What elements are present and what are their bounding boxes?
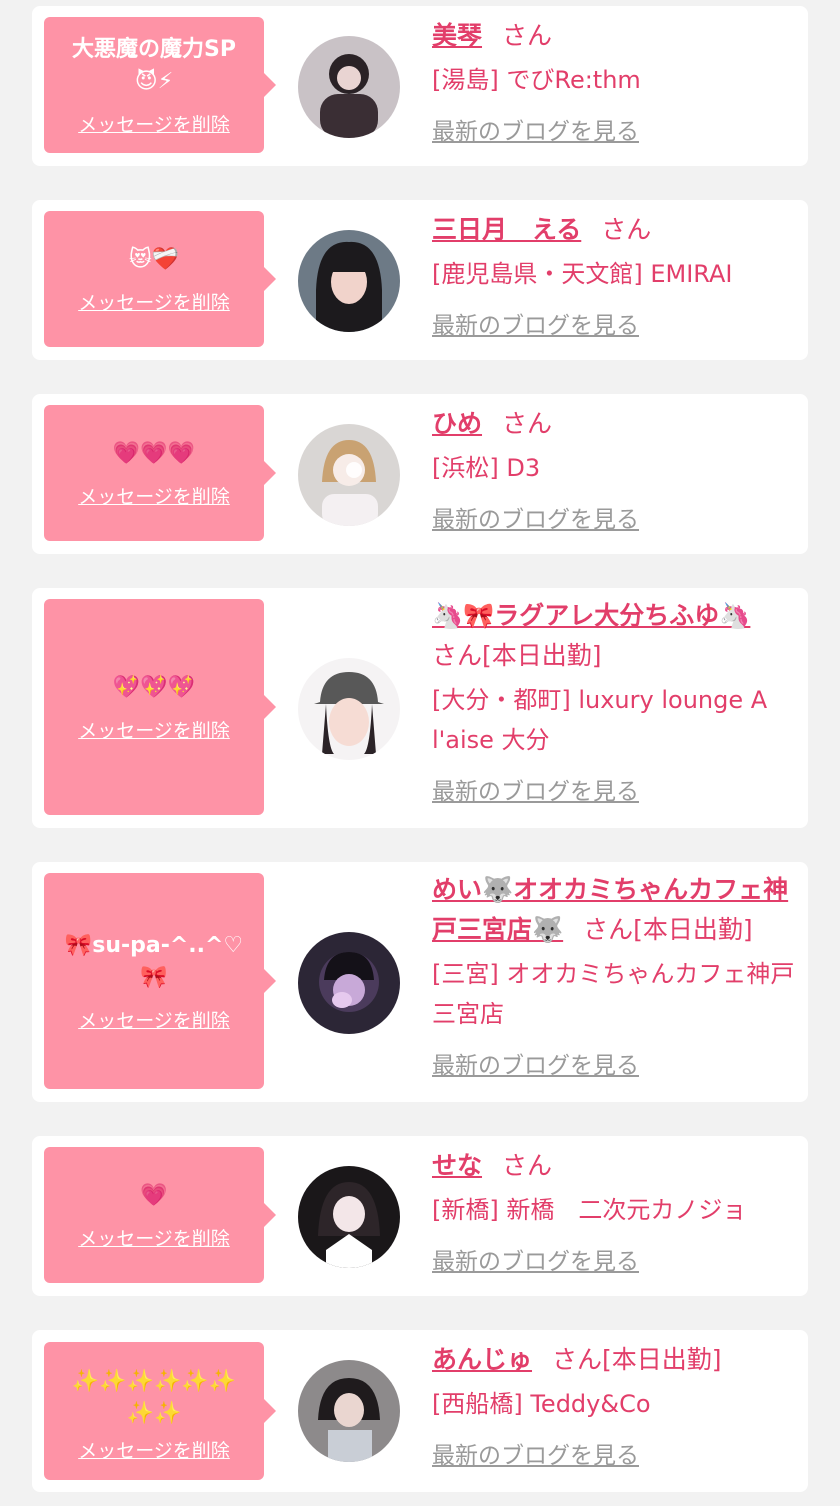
delete-message-link[interactable]: メッセージを削除 (78, 110, 230, 137)
latest-blog-link[interactable]: 最新のブログを見る (432, 500, 639, 534)
delete-message-link[interactable]: メッセージを削除 (78, 716, 230, 743)
message-text: 💗 (140, 1182, 168, 1208)
profile-name-link[interactable]: ひめ (432, 409, 482, 438)
message-text: 💗💗💗 (112, 440, 196, 466)
message-text: 😻❤️‍🩹 (128, 246, 180, 272)
avatar[interactable] (298, 230, 400, 332)
latest-blog-link[interactable]: 最新のブログを見る (432, 112, 639, 146)
latest-blog-link[interactable]: 最新のブログを見る (432, 306, 639, 340)
message-bubble: 😻❤️‍🩹 メッセージを削除 (44, 211, 276, 347)
message-text: 💖💖💖 (112, 674, 196, 700)
honorific: さん (502, 1151, 553, 1180)
latest-blog-link[interactable]: 最新のブログを見る (432, 1242, 639, 1276)
message-card: 🎀su-pa-^..^♡🎀 メッセージを削除 めい🐺オオカミちゃんカフェ神戸三宮… (32, 862, 808, 1102)
message-bubble: ✨✨✨✨✨✨ ✨✨ メッセージを削除 (44, 1342, 276, 1480)
honorific: さん (432, 641, 483, 670)
message-text: ✨✨✨✨✨✨ ✨✨ (71, 1368, 237, 1426)
profile-name-link[interactable]: 美琴 (432, 21, 482, 50)
shop-name: [湯島] でびRe:thm (432, 66, 641, 94)
shop-name: [西船橋] Teddy&Co (432, 1390, 651, 1418)
profile-name-link[interactable]: あんじゅ (432, 1345, 532, 1374)
message-card: ✨✨✨✨✨✨ ✨✨ メッセージを削除 あんじゅ さん[本日出勤] [西船橋] Te… (32, 1330, 808, 1492)
message-card: 💗 メッセージを削除 せな さん [新橋] 新橋 二次元カノジョ 最新のブログを見… (32, 1136, 808, 1296)
delete-message-link[interactable]: メッセージを削除 (78, 482, 230, 509)
profile-info: あんじゅ さん[本日出勤] [西船橋] Teddy&Co 最新のブログを見る (432, 1340, 802, 1470)
shop-name: [鹿児島県・天文館] EMIRAI (432, 260, 733, 288)
profile-name-link[interactable]: せな (432, 1151, 482, 1180)
delete-message-link[interactable]: メッセージを削除 (78, 1436, 230, 1463)
message-bubble: 💗💗💗 メッセージを削除 (44, 405, 276, 541)
profile-info: 🦄🎀ラグアレ大分ちふゆ🦄 さん[本日出勤] [大分・都町] luxury loun… (432, 596, 802, 806)
profile-info: ひめ さん [浜松] D3 最新のブログを見る (432, 404, 802, 534)
delete-message-link[interactable]: メッセージを削除 (78, 288, 230, 315)
message-text: 🎀su-pa-^..^♡🎀 (64, 932, 244, 990)
avatar[interactable] (298, 932, 400, 1034)
profile-name-link[interactable]: 🦄🎀ラグアレ大分ちふゆ🦄 (432, 601, 750, 630)
delete-message-link[interactable]: メッセージを削除 (78, 1224, 230, 1251)
profile-name-link[interactable]: 三日月 える (432, 215, 581, 244)
message-bubble: 💖💖💖 メッセージを削除 (44, 599, 276, 815)
message-card: 💗💗💗 メッセージを削除 ひめ さん [浜松] D3 最新のブログを見る (32, 394, 808, 554)
shop-name: [大分・都町] luxury lounge A l'aise 大分 (432, 686, 768, 754)
profile-info: めい🐺オオカミちゃんカフェ神戸三宮店🐺 さん[本日出勤] [三宮] オオカミちゃん… (432, 870, 802, 1080)
latest-blog-link[interactable]: 最新のブログを見る (432, 1046, 639, 1080)
shop-name: [浜松] D3 (432, 454, 541, 482)
avatar[interactable] (298, 36, 400, 138)
message-bubble: 💗 メッセージを削除 (44, 1147, 276, 1283)
profile-info: 美琴 さん [湯島] でびRe:thm 最新のブログを見る (432, 16, 802, 146)
latest-blog-link[interactable]: 最新のブログを見る (432, 1436, 639, 1470)
shop-name: [新橋] 新橋 二次元カノジョ (432, 1196, 747, 1224)
message-card: 😻❤️‍🩹 メッセージを削除 三日月 える さん [鹿児島県・天文館] EMIRA… (32, 200, 808, 360)
message-card: 💖💖💖 メッセージを削除 🦄🎀ラグアレ大分ちふゆ🦄 さん[本日出勤] [大分・都町… (32, 588, 808, 828)
attendance-note: [本日出勤] (633, 915, 753, 944)
attendance-note: [本日出勤] (602, 1345, 722, 1374)
honorific: さん (502, 409, 553, 438)
avatar[interactable] (298, 1166, 400, 1268)
avatar[interactable] (298, 424, 400, 526)
avatar[interactable] (298, 1360, 400, 1462)
message-card: 大悪魔の魔力SP 😈⚡ メッセージを削除 美琴 さん [湯島] でびRe:thm … (32, 6, 808, 166)
message-bubble: 🎀su-pa-^..^♡🎀 メッセージを削除 (44, 873, 276, 1089)
honorific: さん (552, 1345, 603, 1374)
honorific: さん (601, 215, 652, 244)
profile-info: 三日月 える さん [鹿児島県・天文館] EMIRAI 最新のブログを見る (432, 210, 802, 340)
honorific: さん (502, 21, 553, 50)
delete-message-link[interactable]: メッセージを削除 (78, 1006, 230, 1033)
message-text: 大悪魔の魔力SP 😈⚡ (72, 36, 236, 94)
shop-name: [三宮] オオカミちゃんカフェ神戸三宮店 (432, 960, 795, 1028)
profile-info: せな さん [新橋] 新橋 二次元カノジョ 最新のブログを見る (432, 1146, 802, 1276)
attendance-note: [本日出勤] (482, 641, 602, 670)
honorific: さん (583, 915, 634, 944)
avatar[interactable] (298, 658, 400, 760)
message-bubble: 大悪魔の魔力SP 😈⚡ メッセージを削除 (44, 17, 276, 153)
latest-blog-link[interactable]: 最新のブログを見る (432, 772, 639, 806)
